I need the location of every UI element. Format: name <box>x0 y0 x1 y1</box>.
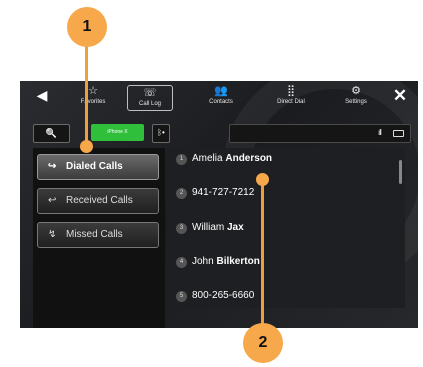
bluetooth-icon[interactable]: ᛒ• <box>152 124 170 143</box>
callout-2-line <box>261 180 264 330</box>
call-filter-panel: ↪ Dialed Calls ↩ Received Calls ↯ Missed… <box>33 148 165 328</box>
missed-calls-button[interactable]: ↯ Missed Calls <box>37 222 159 248</box>
list-item[interactable]: 4 John Bilkerton <box>176 253 260 271</box>
callout-2-badge: 2 <box>243 323 283 363</box>
list-item[interactable]: 3 William Jax <box>176 219 244 237</box>
tab-contacts[interactable]: 👥 Contacts <box>198 85 244 113</box>
list-item[interactable]: 5 800-265-6660 <box>176 287 254 305</box>
dialed-calls-button[interactable]: ↪ Dialed Calls <box>37 154 159 180</box>
callout-2-dot <box>256 173 269 186</box>
item-last: Bilkerton <box>216 256 260 267</box>
tab-call-log[interactable]: ☏ Call Log <box>127 85 173 113</box>
item-first: William <box>192 222 225 233</box>
tab-contacts-label: Contacts <box>209 99 233 105</box>
item-first: 800-265-6660 <box>192 290 255 301</box>
tab-direct-dial-label: Direct Dial <box>277 99 305 105</box>
list-item[interactable]: 1 Amelia Anderson <box>176 150 272 168</box>
status-box: ıll <box>229 124 411 143</box>
tab-call-log-label: Call Log <box>138 101 161 107</box>
callout-1-badge: 1 <box>67 7 107 47</box>
missed-call-icon: ↯ <box>48 229 57 240</box>
signal-strength-icon: ıll <box>378 128 382 137</box>
item-number: 5 <box>176 291 187 302</box>
phone-device-button[interactable]: iPhone X <box>91 124 144 141</box>
contacts-icon: 👥 <box>214 85 228 97</box>
dialed-calls-label: Dialed Calls <box>66 161 123 172</box>
item-first: John <box>192 256 214 267</box>
call-log-screen: ◀ ☆ Favorites ☏ Call Log 👥 Contacts ⣿ Di… <box>20 81 418 328</box>
dialed-call-icon: ↪ <box>48 161 57 172</box>
tab-favorites-label: Favorites <box>80 99 106 105</box>
list-item[interactable]: 2 941-727-7212 <box>176 184 254 202</box>
tab-settings-label: Settings <box>345 99 367 105</box>
scrollbar[interactable] <box>399 160 402 184</box>
tab-direct-dial[interactable]: ⣿ Direct Dial <box>265 85 317 113</box>
item-last: Anderson <box>225 153 273 164</box>
keypad-icon: ⣿ <box>286 85 296 97</box>
item-first: 941-727-7212 <box>192 187 255 198</box>
callout-1-dot <box>80 140 93 153</box>
call-log-tab-frame: ☏ Call Log <box>127 85 173 111</box>
item-number: 2 <box>176 188 187 199</box>
search-icon: 🔍 <box>45 128 58 138</box>
tab-settings[interactable]: ⚙ Settings <box>335 85 377 113</box>
item-first: Amelia <box>192 153 223 164</box>
battery-icon <box>393 130 404 137</box>
close-icon[interactable]: ✕ <box>392 86 408 114</box>
top-nav-bar: ◀ ☆ Favorites ☏ Call Log 👥 Contacts ⣿ Di… <box>20 81 418 116</box>
back-arrow-icon[interactable]: ◀ <box>34 87 50 115</box>
received-call-icon: ↩ <box>48 195 57 206</box>
item-number: 4 <box>176 257 187 268</box>
missed-calls-label: Missed Calls <box>66 229 123 240</box>
tab-favorites[interactable]: ☆ Favorites <box>70 85 116 113</box>
received-calls-label: Received Calls <box>66 195 133 206</box>
star-icon: ☆ <box>88 85 98 97</box>
gear-icon: ⚙ <box>351 85 361 97</box>
search-button[interactable]: 🔍 <box>33 124 70 143</box>
received-calls-button[interactable]: ↩ Received Calls <box>37 188 159 214</box>
item-number: 1 <box>176 154 187 165</box>
item-number: 3 <box>176 223 187 234</box>
call-list: 1 Amelia Anderson 2 941-727-7212 3 William … <box>167 148 405 308</box>
call-log-icon: ☏ <box>143 87 157 99</box>
callout-1-line <box>85 35 88 145</box>
item-last: Jax <box>227 222 244 233</box>
